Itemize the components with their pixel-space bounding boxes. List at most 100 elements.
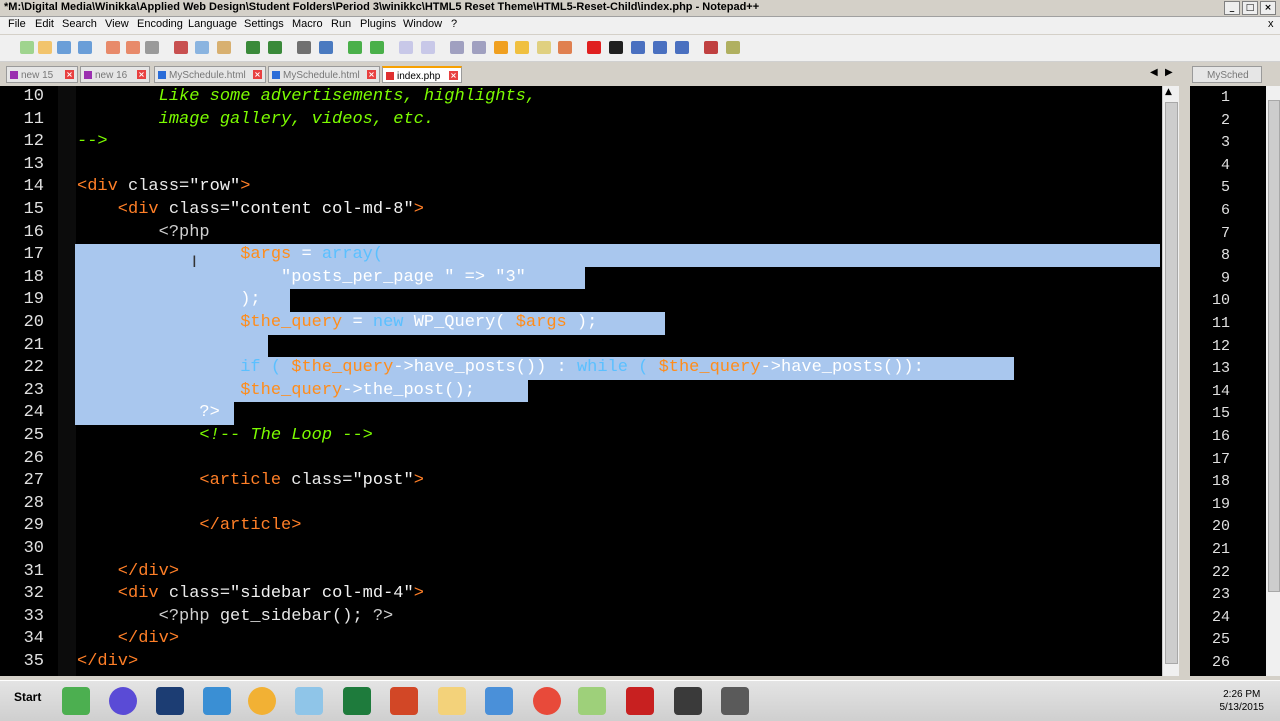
tab-new-16[interactable]: new 16 × [80, 66, 150, 83]
menu-settings[interactable]: Settings [244, 18, 284, 30]
macro-play-icon[interactable] [631, 41, 645, 54]
powerpoint-icon[interactable] [390, 687, 418, 715]
scroll-up-icon[interactable]: ▲ [1165, 87, 1172, 97]
close-tab-icon[interactable]: × [65, 70, 74, 79]
close-tab-icon[interactable]: × [253, 70, 262, 79]
code-line[interactable]: 35 </div> [0, 651, 1162, 674]
file-explorer-icon[interactable] [438, 687, 466, 715]
code-line[interactable]: 15 <div class="content col-md-8"> [0, 199, 1162, 222]
filezilla-icon[interactable] [626, 687, 654, 715]
tab-new-15[interactable]: new 15 × [6, 66, 78, 83]
close-tab-icon[interactable]: × [137, 70, 146, 79]
code-line[interactable]: 21 [0, 334, 1162, 358]
tab-scroll-right-icon[interactable]: ▶ [1165, 67, 1173, 78]
code-editor[interactable]: 10 Like some advertisements, highlights,… [0, 86, 1162, 676]
tab-myschedule-2[interactable]: MySchedule.html × [268, 66, 380, 83]
cut-icon[interactable] [174, 41, 188, 54]
plugin-icon[interactable] [726, 41, 740, 54]
tab-myschedule-1[interactable]: MySchedule.html × [154, 66, 266, 83]
code-line[interactable]: 26 [0, 448, 1162, 471]
word-wrap-icon[interactable] [450, 41, 464, 54]
save-icon[interactable] [57, 41, 71, 54]
app-icon-green[interactable] [62, 687, 90, 715]
code-line[interactable]: 16 <?php [0, 222, 1162, 245]
code-line[interactable]: 33 <?php get_sidebar(); ?> [0, 606, 1162, 629]
find-icon[interactable] [297, 41, 311, 54]
menu-plugins[interactable]: Plugins [360, 18, 396, 30]
print-icon[interactable] [145, 41, 159, 54]
menu-encoding[interactable]: Encoding [137, 18, 183, 30]
doc-map-icon[interactable] [558, 41, 572, 54]
code-line[interactable]: 11 image gallery, videos, etc. [0, 109, 1162, 132]
code-line[interactable]: 30 [0, 538, 1162, 561]
app-icon-red[interactable] [533, 687, 561, 715]
replace-icon[interactable] [319, 41, 333, 54]
macro-play-multiple-icon[interactable] [653, 41, 667, 54]
menu-edit[interactable]: Edit [35, 18, 54, 30]
excel-icon[interactable] [343, 687, 371, 715]
code-line[interactable]: 24 ?> [0, 402, 1162, 425]
sync-vertical-icon[interactable] [399, 41, 413, 54]
close-file-icon[interactable] [106, 41, 120, 54]
maximize-icon[interactable]: □ [1242, 1, 1258, 15]
close-icon[interactable]: × [1260, 1, 1276, 15]
code-line[interactable]: 14 <div class="row"> [0, 176, 1162, 199]
macro-stop-icon[interactable] [609, 41, 623, 54]
menu-macro[interactable]: Macro [292, 18, 323, 30]
code-line[interactable]: 10 Like some advertisements, highlights, [0, 86, 1162, 109]
chrome-icon[interactable] [248, 687, 276, 715]
function-list-icon[interactable] [537, 41, 551, 54]
code-line[interactable]: 19 ); [0, 289, 1162, 312]
menu-window[interactable]: Window [403, 18, 442, 30]
code-line[interactable]: 34 </div> [0, 628, 1162, 651]
scroll-thumb[interactable] [1165, 102, 1178, 664]
code-line[interactable]: 29 </article> [0, 515, 1162, 538]
menu-close-icon[interactable]: x [1268, 18, 1274, 30]
copy-icon[interactable] [195, 41, 209, 54]
close-all-icon[interactable] [126, 41, 140, 54]
new-file-icon[interactable] [20, 41, 34, 54]
menu-view[interactable]: View [105, 18, 129, 30]
code-line[interactable]: 23 $the_query->the_post(); [0, 379, 1162, 403]
menu-language[interactable]: Language [188, 18, 237, 30]
code-line[interactable]: 25 <!-- The Loop --> [0, 425, 1162, 448]
redo-icon[interactable] [268, 41, 282, 54]
macro-save-icon[interactable] [675, 41, 689, 54]
spellcheck-icon[interactable] [704, 41, 718, 54]
paste-icon[interactable] [217, 41, 231, 54]
close-tab-icon[interactable]: × [367, 70, 376, 79]
secondary-scrollbar[interactable] [1266, 86, 1280, 676]
sync-horizontal-icon[interactable] [421, 41, 435, 54]
notepadpp-icon[interactable] [578, 687, 606, 715]
close-tab-icon[interactable]: × [449, 71, 458, 80]
menu-help[interactable]: ? [451, 18, 457, 30]
code-line[interactable]: 18 "posts_per_page " => "3" [0, 266, 1162, 290]
code-line[interactable]: 13 [0, 154, 1162, 177]
code-line[interactable]: 27 <article class="post"> [0, 470, 1162, 493]
menu-search[interactable]: Search [62, 18, 97, 30]
start-button[interactable]: Start [0, 690, 41, 704]
clock[interactable]: 2:26 PM 5/13/2015 [1220, 688, 1265, 714]
minimize-icon[interactable]: _ [1224, 1, 1240, 15]
zoom-in-icon[interactable] [348, 41, 362, 54]
open-file-icon[interactable] [38, 41, 52, 54]
app-icon-tool[interactable] [721, 687, 749, 715]
code-line[interactable]: 17 $args = array( [0, 244, 1162, 267]
indent-guide-icon[interactable] [494, 41, 508, 54]
tab-scroll-left-icon[interactable]: ◀ [1150, 67, 1158, 78]
app-icon-monitor[interactable] [485, 687, 513, 715]
photoshop-icon[interactable] [156, 687, 184, 715]
code-line[interactable]: 31 </div> [0, 561, 1162, 584]
show-all-chars-icon[interactable] [472, 41, 486, 54]
code-line[interactable]: 20 $the_query = new WP_Query( $args ); [0, 312, 1162, 335]
save-all-icon[interactable] [78, 41, 92, 54]
menu-file[interactable]: File [8, 18, 26, 30]
undo-icon[interactable] [246, 41, 260, 54]
app-icon-dark[interactable] [674, 687, 702, 715]
code-line[interactable]: 28 [0, 493, 1162, 516]
code-line[interactable]: 32 <div class="sidebar col-md-4"> [0, 583, 1162, 606]
tab-myschedule-clone[interactable]: MySched [1192, 66, 1262, 83]
zoom-out-icon[interactable] [370, 41, 384, 54]
menu-run[interactable]: Run [331, 18, 351, 30]
splitter[interactable] [1179, 63, 1190, 677]
